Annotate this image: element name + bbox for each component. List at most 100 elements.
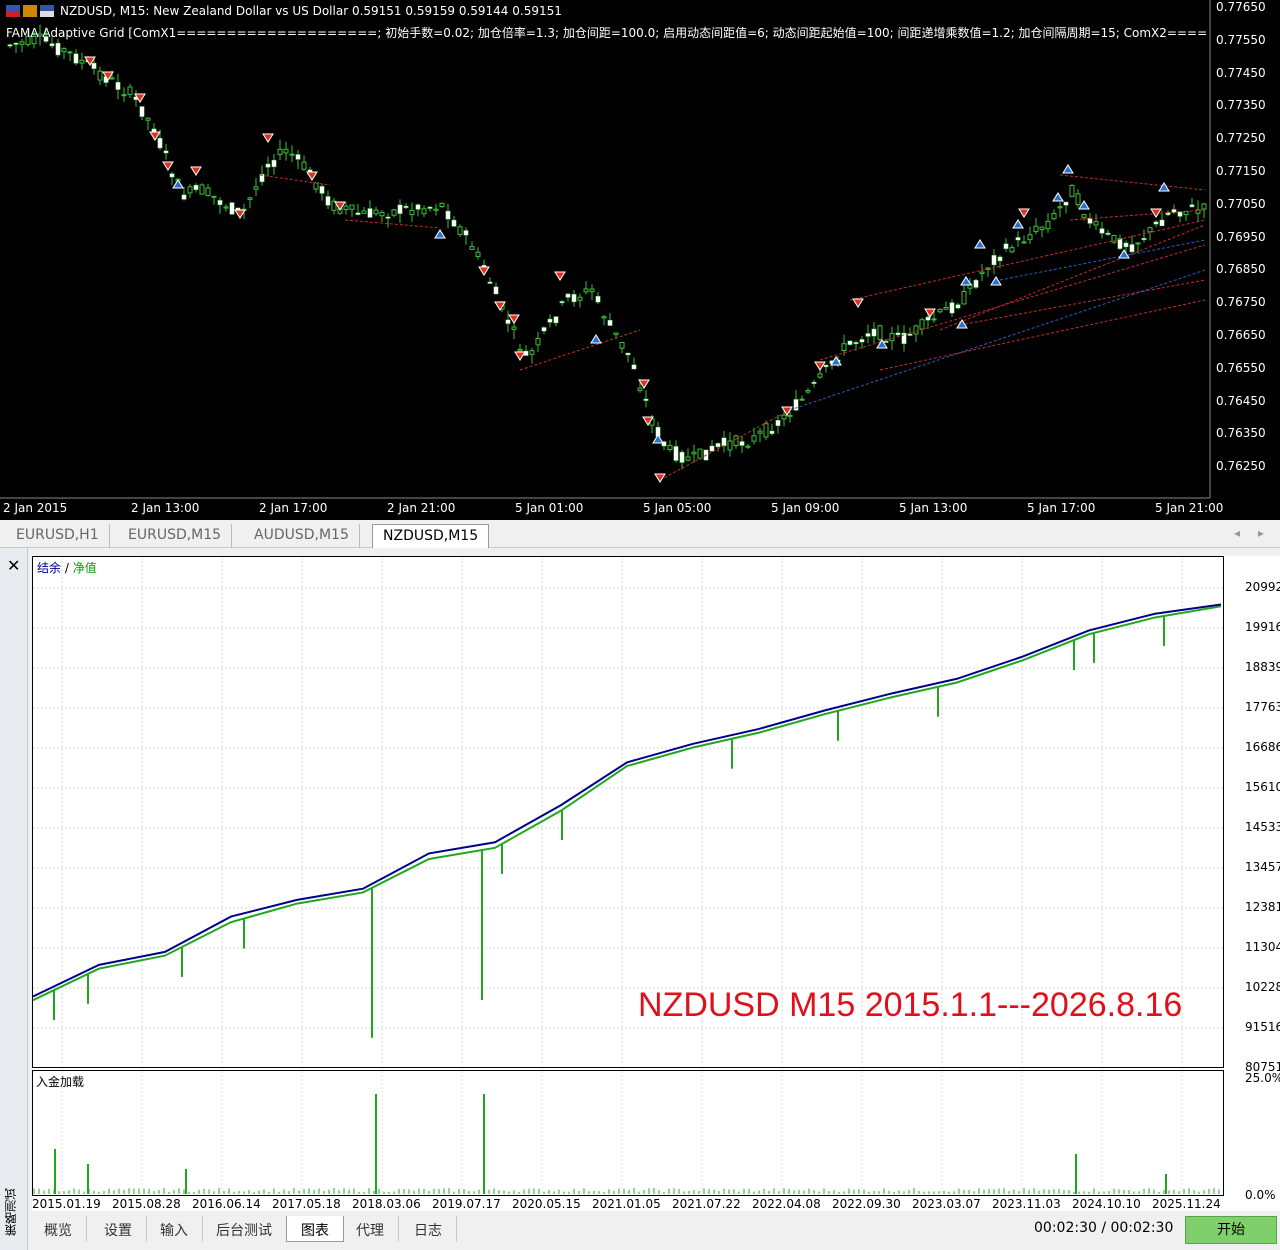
candle [331, 197, 337, 215]
candle [1003, 238, 1009, 252]
time-tick: 5 Jan 09:00 [771, 501, 840, 515]
candle [721, 431, 727, 453]
sell-arrow-icon [852, 298, 864, 308]
candle [691, 444, 697, 463]
candle [61, 47, 67, 60]
candle [739, 435, 745, 453]
candle [895, 325, 901, 336]
candle [505, 310, 511, 333]
y-tick: 123810 [1245, 900, 1280, 914]
price-tick: 0.76950 [1216, 229, 1266, 244]
scroll-right-icon[interactable]: ▸ [1258, 526, 1264, 540]
candle [1195, 200, 1201, 223]
tester-tab[interactable]: 日志 [400, 1216, 457, 1242]
candle [607, 312, 613, 327]
candle [937, 308, 943, 314]
candle [1183, 210, 1189, 221]
candle [361, 206, 367, 214]
price-tick: 0.76350 [1216, 426, 1266, 441]
candle [445, 203, 451, 229]
balance-graph: 结余 / 净值 入金加载 NZDUSD M15 2015.1.1---2026.… [32, 556, 1280, 1211]
price-chart-canvas [0, 0, 1211, 499]
sell-arrow-icon [654, 473, 666, 483]
candle [529, 347, 535, 364]
price-tick: 0.77650 [1216, 0, 1266, 14]
candle [823, 364, 829, 373]
y-tick: 199162 [1245, 620, 1280, 634]
tab-eurusd-m15[interactable]: EURUSD,M15 [118, 524, 233, 548]
sell-arrow-icon [1018, 208, 1030, 218]
time-tick: 2 Jan 21:00 [387, 501, 456, 515]
candle [523, 345, 529, 356]
tab-eurusd-h1[interactable]: EURUSD,H1 [6, 524, 110, 548]
tester-title: 策略测试 [4, 1188, 18, 1236]
tab-audusd-m15[interactable]: AUDUSD,M15 [244, 524, 360, 548]
flag-icon-2 [40, 5, 54, 17]
start-button[interactable]: 开始 [1185, 1216, 1277, 1244]
candle [727, 432, 733, 457]
candle [571, 289, 577, 307]
x-tick: 2015.01.19 [32, 1197, 101, 1211]
candle [415, 203, 421, 217]
candle [73, 49, 79, 66]
candle [229, 202, 235, 215]
candle [211, 195, 217, 205]
sell-arrow-icon [554, 271, 566, 281]
candle [1063, 201, 1069, 214]
candle [313, 182, 319, 193]
buy-arrow-icon [1158, 182, 1170, 192]
candle [577, 293, 583, 308]
equity-line [32, 605, 1222, 1002]
candle [979, 264, 985, 282]
tester-tabs: 概览 设置 输入 后台测试 图表 代理 日志 [30, 1216, 1030, 1242]
candle [1027, 226, 1033, 244]
x-tick: 2019.07.17 [432, 1197, 501, 1211]
candle [919, 317, 925, 336]
candle [427, 206, 433, 212]
candle [7, 43, 13, 49]
candle [253, 177, 259, 197]
x-tick: 2022.04.08 [752, 1197, 821, 1211]
time-tick: 5 Jan 05:00 [643, 501, 712, 515]
price-tick: 0.77350 [1216, 98, 1266, 113]
candle [1033, 217, 1039, 235]
buy-arrow-icon [590, 334, 602, 344]
candle [391, 208, 397, 218]
tester-tab[interactable]: 后台测试 [202, 1216, 287, 1242]
candle [277, 139, 283, 160]
tester-tab[interactable]: 设置 [90, 1216, 147, 1242]
candle [187, 183, 193, 198]
candle [1129, 235, 1135, 253]
candle [1177, 211, 1183, 223]
candle [961, 283, 967, 305]
candle [589, 284, 595, 301]
y-tick: 209927 [1245, 580, 1280, 594]
tab-nzdusd-m15[interactable]: NZDUSD,M15 [372, 524, 490, 548]
candle [673, 440, 679, 463]
candle [97, 66, 103, 85]
buy-arrow-icon [434, 229, 446, 239]
x-tick: 2015.08.28 [112, 1197, 181, 1211]
tester-tab[interactable]: 代理 [342, 1216, 399, 1242]
expert-icon [23, 5, 37, 17]
tester-tab[interactable]: 概览 [30, 1216, 87, 1242]
candle [1039, 226, 1045, 238]
candle [601, 314, 607, 326]
tester-tab[interactable]: 图表 [286, 1216, 344, 1242]
x-tick: 2024.10.10 [1072, 1197, 1141, 1211]
grid-line [259, 174, 331, 186]
scroll-left-icon[interactable]: ◂ [1234, 526, 1240, 540]
tester-tab[interactable]: 输入 [146, 1216, 203, 1242]
close-icon[interactable]: ✕ [7, 556, 20, 575]
candle [631, 357, 637, 370]
buy-arrow-icon [974, 239, 986, 249]
candle [757, 428, 763, 443]
candle [223, 204, 229, 212]
candle [409, 202, 415, 222]
legend-separator: / [61, 561, 73, 575]
candle [289, 145, 295, 163]
grid-line [1059, 174, 1206, 191]
price-tick: 0.76650 [1216, 328, 1266, 342]
candle [295, 150, 301, 170]
price-chart[interactable]: NZDUSD, M15: New Zealand Dollar vs US Do… [0, 0, 1280, 520]
